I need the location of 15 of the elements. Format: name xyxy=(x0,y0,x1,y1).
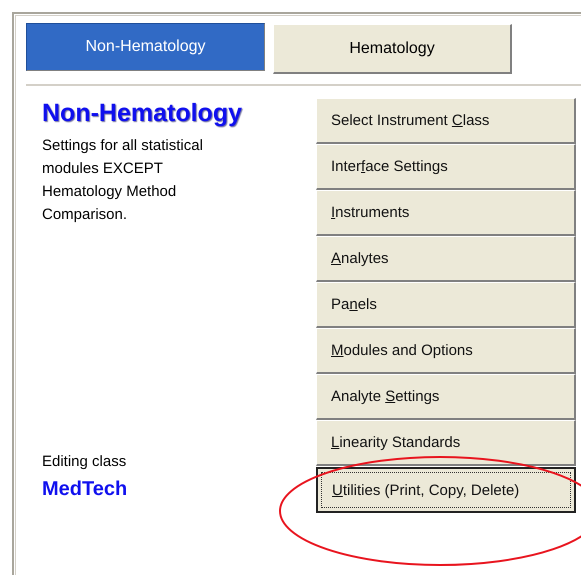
editing-class-value: MedTech xyxy=(42,478,128,501)
menu-button[interactable]: Analytes xyxy=(316,236,576,282)
menu-button[interactable]: Linearity Standards xyxy=(316,420,576,466)
menu-button[interactable]: Analyte Settings xyxy=(316,374,576,420)
menu-button[interactable]: Select Instrument Class xyxy=(316,98,576,144)
tab[interactable]: Hematology xyxy=(273,24,512,74)
section-title: Non-Hematology xyxy=(42,99,243,128)
description-text: Settings for all statistical modules EXCEPT Hematology Method Comparison. xyxy=(42,136,204,225)
menu-button[interactable]: Interface Settings xyxy=(316,144,576,190)
tab[interactable]: Non-Hematology xyxy=(26,23,265,71)
menu-button[interactable]: Panels xyxy=(316,282,576,328)
menu-button[interactable]: Instruments xyxy=(316,190,576,236)
editing-class-label: Editing class xyxy=(42,453,128,470)
menu-button[interactable]: Utilities (Print, Copy, Delete) xyxy=(316,467,576,513)
menu-button[interactable]: Modules and Options xyxy=(316,328,576,374)
